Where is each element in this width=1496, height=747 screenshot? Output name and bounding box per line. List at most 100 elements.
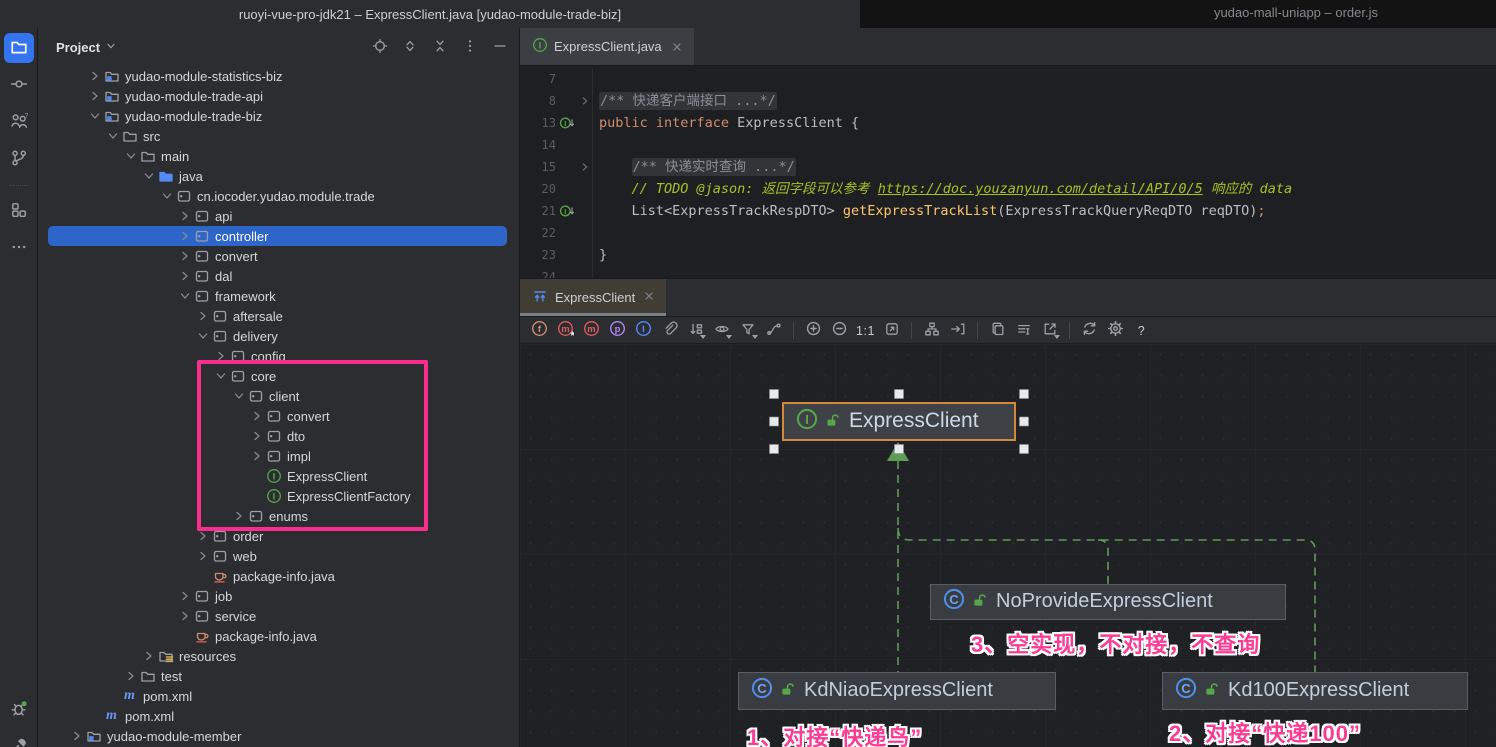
- project-action-collapse-all[interactable]: [429, 36, 451, 58]
- tree-item-aftersale[interactable]: aftersale: [48, 306, 507, 326]
- chevron-right-icon[interactable]: [176, 208, 193, 224]
- diagram-toolbar-fit-content[interactable]: [879, 318, 904, 342]
- close-icon[interactable]: [642, 289, 656, 306]
- tree-item-package-info-java[interactable]: package-info.java: [48, 566, 507, 586]
- chevron-right-icon[interactable]: [248, 428, 265, 444]
- diagram-toolbar-actual-size[interactable]: 1:1: [853, 318, 878, 342]
- code-line-13[interactable]: 13Ipublic interface ExpressClient {: [520, 112, 1496, 134]
- chevron-down-icon[interactable]: [140, 168, 157, 184]
- chevron-right-icon[interactable]: [248, 448, 265, 464]
- tree-item-core[interactable]: core: [48, 366, 507, 386]
- activity-bar-pull-requests[interactable]: ?: [4, 107, 34, 137]
- diagram-node-noprovideexpressclient[interactable]: CNoProvideExpressClient: [930, 584, 1286, 620]
- tree-item-yudao-module-statistics-biz[interactable]: yudao-module-statistics-biz: [48, 66, 507, 86]
- chevron-down-icon[interactable]: [194, 328, 211, 344]
- tree-item-java[interactable]: java: [48, 166, 507, 186]
- diagram-toolbar-sort-members[interactable]: [683, 318, 708, 342]
- project-action-expand-all[interactable]: [399, 36, 421, 58]
- code-line-15[interactable]: 15 /** 快递实时查询 ...*/: [520, 156, 1496, 178]
- project-action-locate[interactable]: [369, 36, 391, 58]
- code-line-8[interactable]: 8/** 快递客户端接口 ...*/: [520, 90, 1496, 112]
- tree-item-package-info-java[interactable]: package-info.java: [48, 626, 507, 646]
- tree-item-job[interactable]: job: [48, 586, 507, 606]
- diagram-toolbar-show-inner-classes[interactable]: I: [631, 318, 656, 342]
- tree-item-pom-xml[interactable]: mpom.xml: [48, 706, 507, 726]
- activity-bar-project[interactable]: [4, 33, 34, 63]
- diagram-toolbar-help[interactable]: ?: [1129, 318, 1154, 342]
- code-line-21[interactable]: 21I List<ExpressTrackRespDTO> getExpress…: [520, 200, 1496, 222]
- tab-diagram-expressclient[interactable]: ExpressClient: [520, 279, 666, 316]
- diagram-toolbar-show-methods[interactable]: m: [579, 318, 604, 342]
- activity-bar-structure[interactable]: [4, 196, 34, 226]
- code-line-20[interactable]: 20 // TODO @jason: 返回字段可以参考 https://doc.…: [520, 178, 1496, 200]
- diagram-toolbar-show-inherited-members[interactable]: m★: [553, 318, 578, 342]
- tree-item-src[interactable]: src: [48, 126, 507, 146]
- chevron-right-icon[interactable]: [176, 228, 193, 244]
- close-icon[interactable]: [670, 40, 684, 54]
- tab-expressclient-java[interactable]: I ExpressClient.java: [520, 28, 694, 65]
- tree-item-impl[interactable]: impl: [48, 446, 507, 466]
- chevron-right-icon[interactable]: [86, 68, 103, 84]
- chevron-right-icon[interactable]: [194, 528, 211, 544]
- fold-arrow-icon[interactable]: [578, 156, 593, 178]
- chevron-right-icon[interactable]: [140, 648, 157, 664]
- chevron-right-icon[interactable]: [194, 548, 211, 564]
- code-line-22[interactable]: 22: [520, 222, 1496, 244]
- tree-item-dto[interactable]: dto: [48, 426, 507, 446]
- diagram-toolbar-apply-layout[interactable]: [919, 318, 944, 342]
- diagram-toolbar-export-diagram[interactable]: [1037, 318, 1062, 342]
- tree-item-test[interactable]: test: [48, 666, 507, 686]
- chevron-right-icon[interactable]: [194, 308, 211, 324]
- tree-item-web[interactable]: web: [48, 546, 507, 566]
- tree-item-pom-xml[interactable]: mpom.xml: [48, 686, 507, 706]
- diagram-toolbar-edge-creation-mode[interactable]: [761, 318, 786, 342]
- diagram-toolbar-change-visibility-level[interactable]: [709, 318, 734, 342]
- diagram-toolbar-show-properties[interactable]: p: [605, 318, 630, 342]
- diagram-toolbar-copy-diagram[interactable]: [985, 318, 1010, 342]
- diagram-node-expressclient[interactable]: IExpressClient: [782, 402, 1016, 441]
- chevron-right-icon[interactable]: [176, 588, 193, 604]
- main-window-titlebar[interactable]: ruoyi-vue-pro-jdk21 – ExpressClient.java…: [0, 0, 860, 28]
- tree-item-client[interactable]: client: [48, 386, 507, 406]
- chevron-down-icon[interactable]: [122, 148, 139, 164]
- activity-bar-version-control[interactable]: [4, 144, 34, 174]
- diagram-toolbar-filter[interactable]: [735, 318, 760, 342]
- fold-arrow-icon[interactable]: [578, 90, 593, 112]
- diagram-toolbar-route-edges[interactable]: [945, 318, 970, 342]
- diagram-toolbar-show-dependencies[interactable]: [657, 318, 682, 342]
- activity-bar-more-tools[interactable]: [4, 233, 34, 263]
- implementations-gutter-icon[interactable]: I: [556, 112, 578, 134]
- chevron-right-icon[interactable]: [68, 728, 85, 744]
- diagram-toolbar-settings[interactable]: [1103, 318, 1128, 342]
- tree-item-controller[interactable]: controller: [48, 226, 507, 246]
- tree-item-expressclientfactory[interactable]: IExpressClientFactory: [48, 486, 507, 506]
- diagram-canvas[interactable]: IExpressClient CNoProvideExpressClient CKd…: [520, 344, 1496, 747]
- tree-item-framework[interactable]: framework: [48, 286, 507, 306]
- chevron-right-icon[interactable]: [230, 508, 247, 524]
- tree-item-enums[interactable]: enums: [48, 506, 507, 526]
- diagram-node-kdniaoexpressclient[interactable]: CKdNiaoExpressClient: [738, 672, 1056, 710]
- code-line-24[interactable]: 24: [520, 266, 1496, 278]
- background-window-titlebar[interactable]: yudao-mall-uniapp – order.js: [860, 0, 1496, 28]
- tree-item-delivery[interactable]: delivery: [48, 326, 507, 346]
- chevron-right-icon[interactable]: [248, 408, 265, 424]
- code-editor[interactable]: 78/** 快递客户端接口 ...*/13Ipublic interface E…: [520, 66, 1496, 278]
- code-line-23[interactable]: 23}: [520, 244, 1496, 266]
- project-action-hide-panel[interactable]: [489, 36, 511, 58]
- chevron-right-icon[interactable]: [212, 348, 229, 364]
- tree-item-service[interactable]: service: [48, 606, 507, 626]
- chevron-down-icon[interactable]: [176, 288, 193, 304]
- chevron-down-icon[interactable]: [158, 188, 175, 204]
- tree-item-resources[interactable]: resources: [48, 646, 507, 666]
- tree-item-api[interactable]: api: [48, 206, 507, 226]
- tree-item-expressclient[interactable]: IExpressClient: [48, 466, 507, 486]
- tree-item-dal[interactable]: dal: [48, 266, 507, 286]
- diagram-toolbar-zoom-out[interactable]: [827, 318, 852, 342]
- diagram-node-kd100expressclient[interactable]: CKd100ExpressClient: [1162, 672, 1468, 710]
- tree-item-cn-iocoder-yudao-module-trade[interactable]: cn.iocoder.yudao.module.trade: [48, 186, 507, 206]
- activity-bar-commit[interactable]: [4, 70, 34, 100]
- project-view-selector[interactable]: Project: [56, 39, 118, 56]
- diagram-toolbar-zoom-in[interactable]: [801, 318, 826, 342]
- chevron-down-icon[interactable]: [230, 388, 247, 404]
- tree-item-convert[interactable]: convert: [48, 246, 507, 266]
